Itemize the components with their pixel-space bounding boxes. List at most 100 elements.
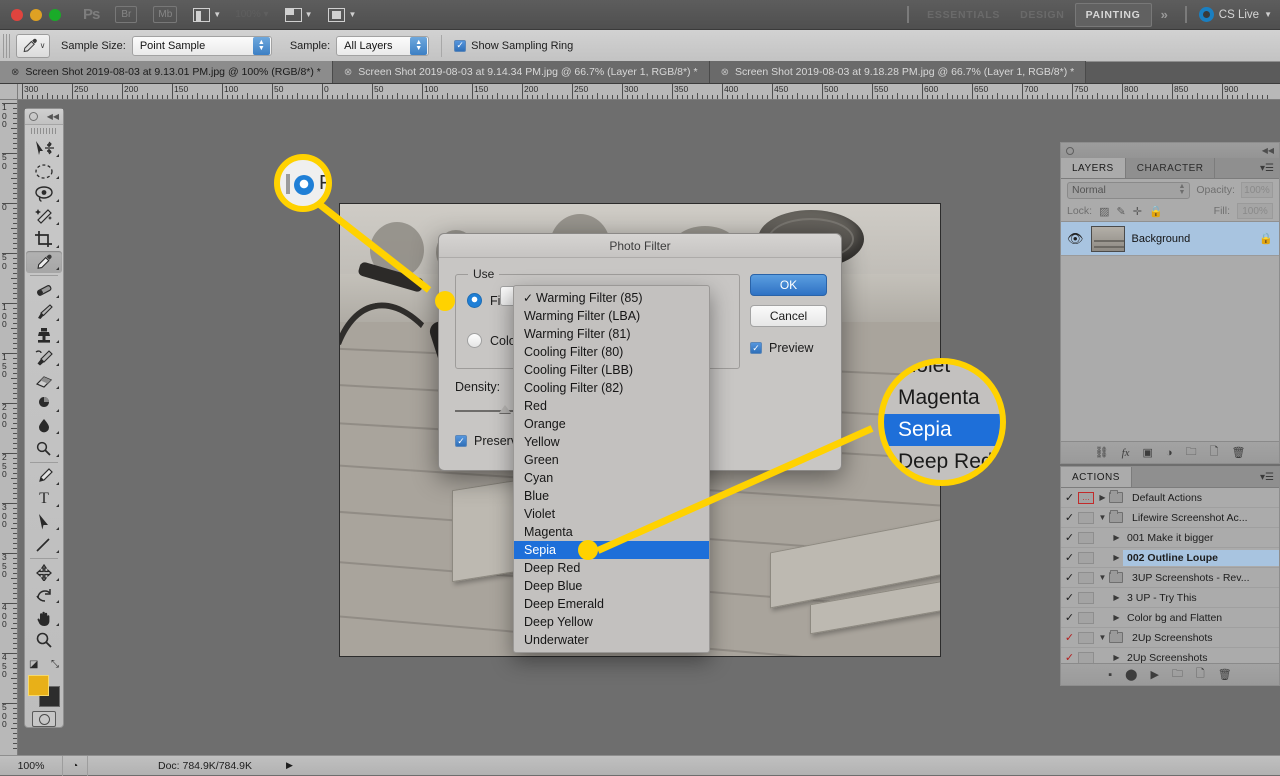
mini-bridge-icon[interactable]: Mb [153, 6, 178, 23]
preview-checkbox[interactable]: ✓ [750, 342, 762, 354]
action-toggle-checkbox[interactable]: ✓ [1061, 571, 1078, 584]
action-row[interactable]: ✓ ▼ 2Up Screenshots [1061, 628, 1279, 648]
close-icon[interactable]: ⊗ [344, 67, 352, 78]
toolbox-collapse-icon[interactable] [29, 111, 38, 121]
expand-triangle-icon[interactable]: ▶ [1110, 593, 1123, 602]
show-sampling-ring-checkbox[interactable]: ✓ [454, 39, 467, 52]
layer-row-background[interactable]: 👁 Background 🔒 [1061, 222, 1279, 256]
collapse-triangle-icon[interactable]: ▼ [1096, 513, 1109, 522]
eraser-tool[interactable] [26, 369, 62, 392]
dropdown-item[interactable]: Cooling Filter (82) [514, 379, 709, 397]
action-row[interactable]: ✓… ▶ Default Actions [1061, 488, 1279, 508]
cs-live-button[interactable]: CS Live ▼ [1195, 7, 1272, 22]
collapse-triangle-icon[interactable]: ▼ [1096, 633, 1109, 642]
type-tool[interactable]: T [26, 488, 62, 511]
options-bar-grip[interactable] [3, 33, 12, 58]
tab-layers[interactable]: LAYERS [1061, 158, 1126, 178]
dropdown-item[interactable]: Cyan [514, 469, 709, 487]
action-toggle-checkbox[interactable]: ✓ [1061, 531, 1078, 544]
link-layers-icon[interactable]: ⛓ [1095, 446, 1109, 459]
action-toggle-checkbox[interactable]: ✓ [1061, 611, 1078, 624]
rotate-view-tool[interactable] [26, 584, 62, 607]
action-dialog-toggle[interactable] [1078, 511, 1094, 524]
layers-panel-header[interactable]: ◀◀ [1061, 143, 1279, 158]
eye-icon[interactable]: 👁 [1067, 231, 1084, 247]
action-row[interactable]: ✓ ▶ 3 UP - Try This [1061, 588, 1279, 608]
pen-tool[interactable] [26, 465, 62, 488]
dropdown-item[interactable]: Warming Filter (81) [514, 325, 709, 343]
blend-mode-select[interactable]: Normal ▲ ▼ [1067, 181, 1191, 199]
lock-position-icon[interactable]: ✛ [1133, 205, 1142, 218]
eyedropper-tool[interactable] [26, 250, 62, 274]
clone-stamp-tool[interactable] [26, 324, 62, 347]
status-menu-arrow-icon[interactable]: ▶ [286, 760, 293, 771]
document-info-icon[interactable]: ◔ [62, 755, 88, 776]
minimize-window-button[interactable] [30, 8, 42, 21]
tab-actions[interactable]: ACTIONS [1061, 467, 1132, 487]
dropdown-item[interactable]: Red [514, 397, 709, 415]
sample-select[interactable]: All Layers ▲ ▼ [336, 35, 430, 56]
filter-radio-button[interactable] [467, 293, 482, 308]
view-extras-icon[interactable]: ▼ [193, 7, 221, 22]
cancel-button[interactable]: Cancel [750, 305, 827, 327]
maximize-window-button[interactable] [49, 8, 61, 21]
workspace-essentials[interactable]: ESSENTIALS [917, 4, 1010, 26]
action-toggle-checkbox[interactable]: ✓ [1061, 511, 1078, 524]
dropdown-item[interactable]: Deep Yellow [514, 613, 709, 631]
blur-tool[interactable] [26, 415, 62, 438]
dropdown-item[interactable]: Blue [514, 487, 709, 505]
dropdown-item[interactable]: Underwater [514, 631, 709, 649]
expand-triangle-icon[interactable]: ▶ [1110, 553, 1123, 562]
collapse-triangle-icon[interactable]: ▼ [1096, 573, 1109, 582]
brush-tool[interactable] [26, 301, 62, 324]
dodge-tool[interactable] [26, 437, 62, 460]
expand-triangle-icon[interactable]: ▶ [1110, 613, 1123, 622]
gradient-tool[interactable] [26, 392, 62, 415]
action-toggle-checkbox[interactable]: ✓ [1061, 551, 1078, 564]
lock-transparent-icon[interactable]: ▨ [1099, 205, 1109, 218]
new-layer-icon[interactable]: 🗋 [1210, 443, 1219, 462]
more-workspaces-icon[interactable]: » [1152, 7, 1177, 22]
actions-list[interactable]: ✓… ▶ Default Actions ✓ ▼ Lifewire Screenshot … [1061, 488, 1279, 664]
expand-triangle-icon[interactable]: ▶ [1096, 493, 1109, 502]
swap-colors-icon[interactable]: ⤡ [51, 659, 59, 670]
stop-icon[interactable]: ▪ [1108, 669, 1112, 681]
marquee-tool[interactable] [26, 160, 62, 183]
workspace-design[interactable]: DESIGN [1010, 4, 1074, 26]
magic-wand-tool[interactable] [26, 205, 62, 228]
move-tool[interactable] [26, 137, 62, 160]
action-dialog-toggle[interactable] [1078, 531, 1094, 544]
dropdown-item[interactable]: Deep Red [514, 559, 709, 577]
action-row[interactable]: ✓ ▼ 3UP Screenshots - Rev... [1061, 568, 1279, 588]
dropdown-item[interactable]: Warming Filter (85) [514, 289, 709, 307]
panel-menu-icon[interactable]: ▾☰ [1260, 467, 1279, 487]
preview-row[interactable]: ✓ Preview [750, 341, 813, 355]
ok-button[interactable]: OK [750, 274, 827, 296]
adjustment-layer-icon[interactable]: ◑ [1166, 447, 1173, 459]
vertical-ruler[interactable]: 100 50 0 50 100 150 200 250 300 350 400 450 500 [0, 100, 18, 755]
expand-triangle-icon[interactable]: ▶ [1110, 653, 1123, 662]
panel-collapse-icon[interactable] [1066, 146, 1074, 155]
zoom-percentage[interactable]: 100% [0, 760, 62, 772]
arrange-documents-icon[interactable]: ▼ [328, 7, 356, 22]
default-colors-icon[interactable]: ◪ [29, 659, 38, 670]
bridge-icon[interactable]: Br [115, 6, 138, 23]
action-toggle-checkbox[interactable]: ✓ [1061, 591, 1078, 604]
new-action-icon[interactable]: 🗋 [1196, 665, 1205, 684]
window-controls[interactable] [0, 8, 61, 21]
horizontal-ruler[interactable]: 300 250 200 150 100 50 0 50 100 150 200 250 300 350 40… [18, 84, 1280, 100]
action-row[interactable]: ✓ ▶ 001 Make it bigger [1061, 528, 1279, 548]
eyedropper-icon[interactable]: ∨ [16, 33, 50, 58]
opacity-value[interactable]: 100% [1240, 182, 1273, 198]
delete-layer-icon[interactable]: 🗑 [1231, 446, 1245, 459]
healing-brush-tool[interactable] [26, 278, 62, 301]
document-tab-3[interactable]: ⊗ Screen Shot 2019-08-03 at 9.18.28 PM.j… [709, 61, 1087, 83]
dropdown-item[interactable]: Cooling Filter (80) [514, 343, 709, 361]
crop-tool[interactable] [26, 228, 62, 251]
hand-tool[interactable] [26, 606, 62, 629]
quick-mask-icon[interactable] [32, 711, 56, 728]
document-tab-1[interactable]: ⊗ Screen Shot 2019-08-03 at 9.13.01 PM.j… [0, 61, 333, 83]
document-tab-2[interactable]: ⊗ Screen Shot 2019-08-03 at 9.14.34 PM.j… [332, 61, 710, 83]
tab-character[interactable]: CHARACTER [1126, 158, 1216, 178]
action-row[interactable]: ✓ ▶ Color bg and Flatten [1061, 608, 1279, 628]
